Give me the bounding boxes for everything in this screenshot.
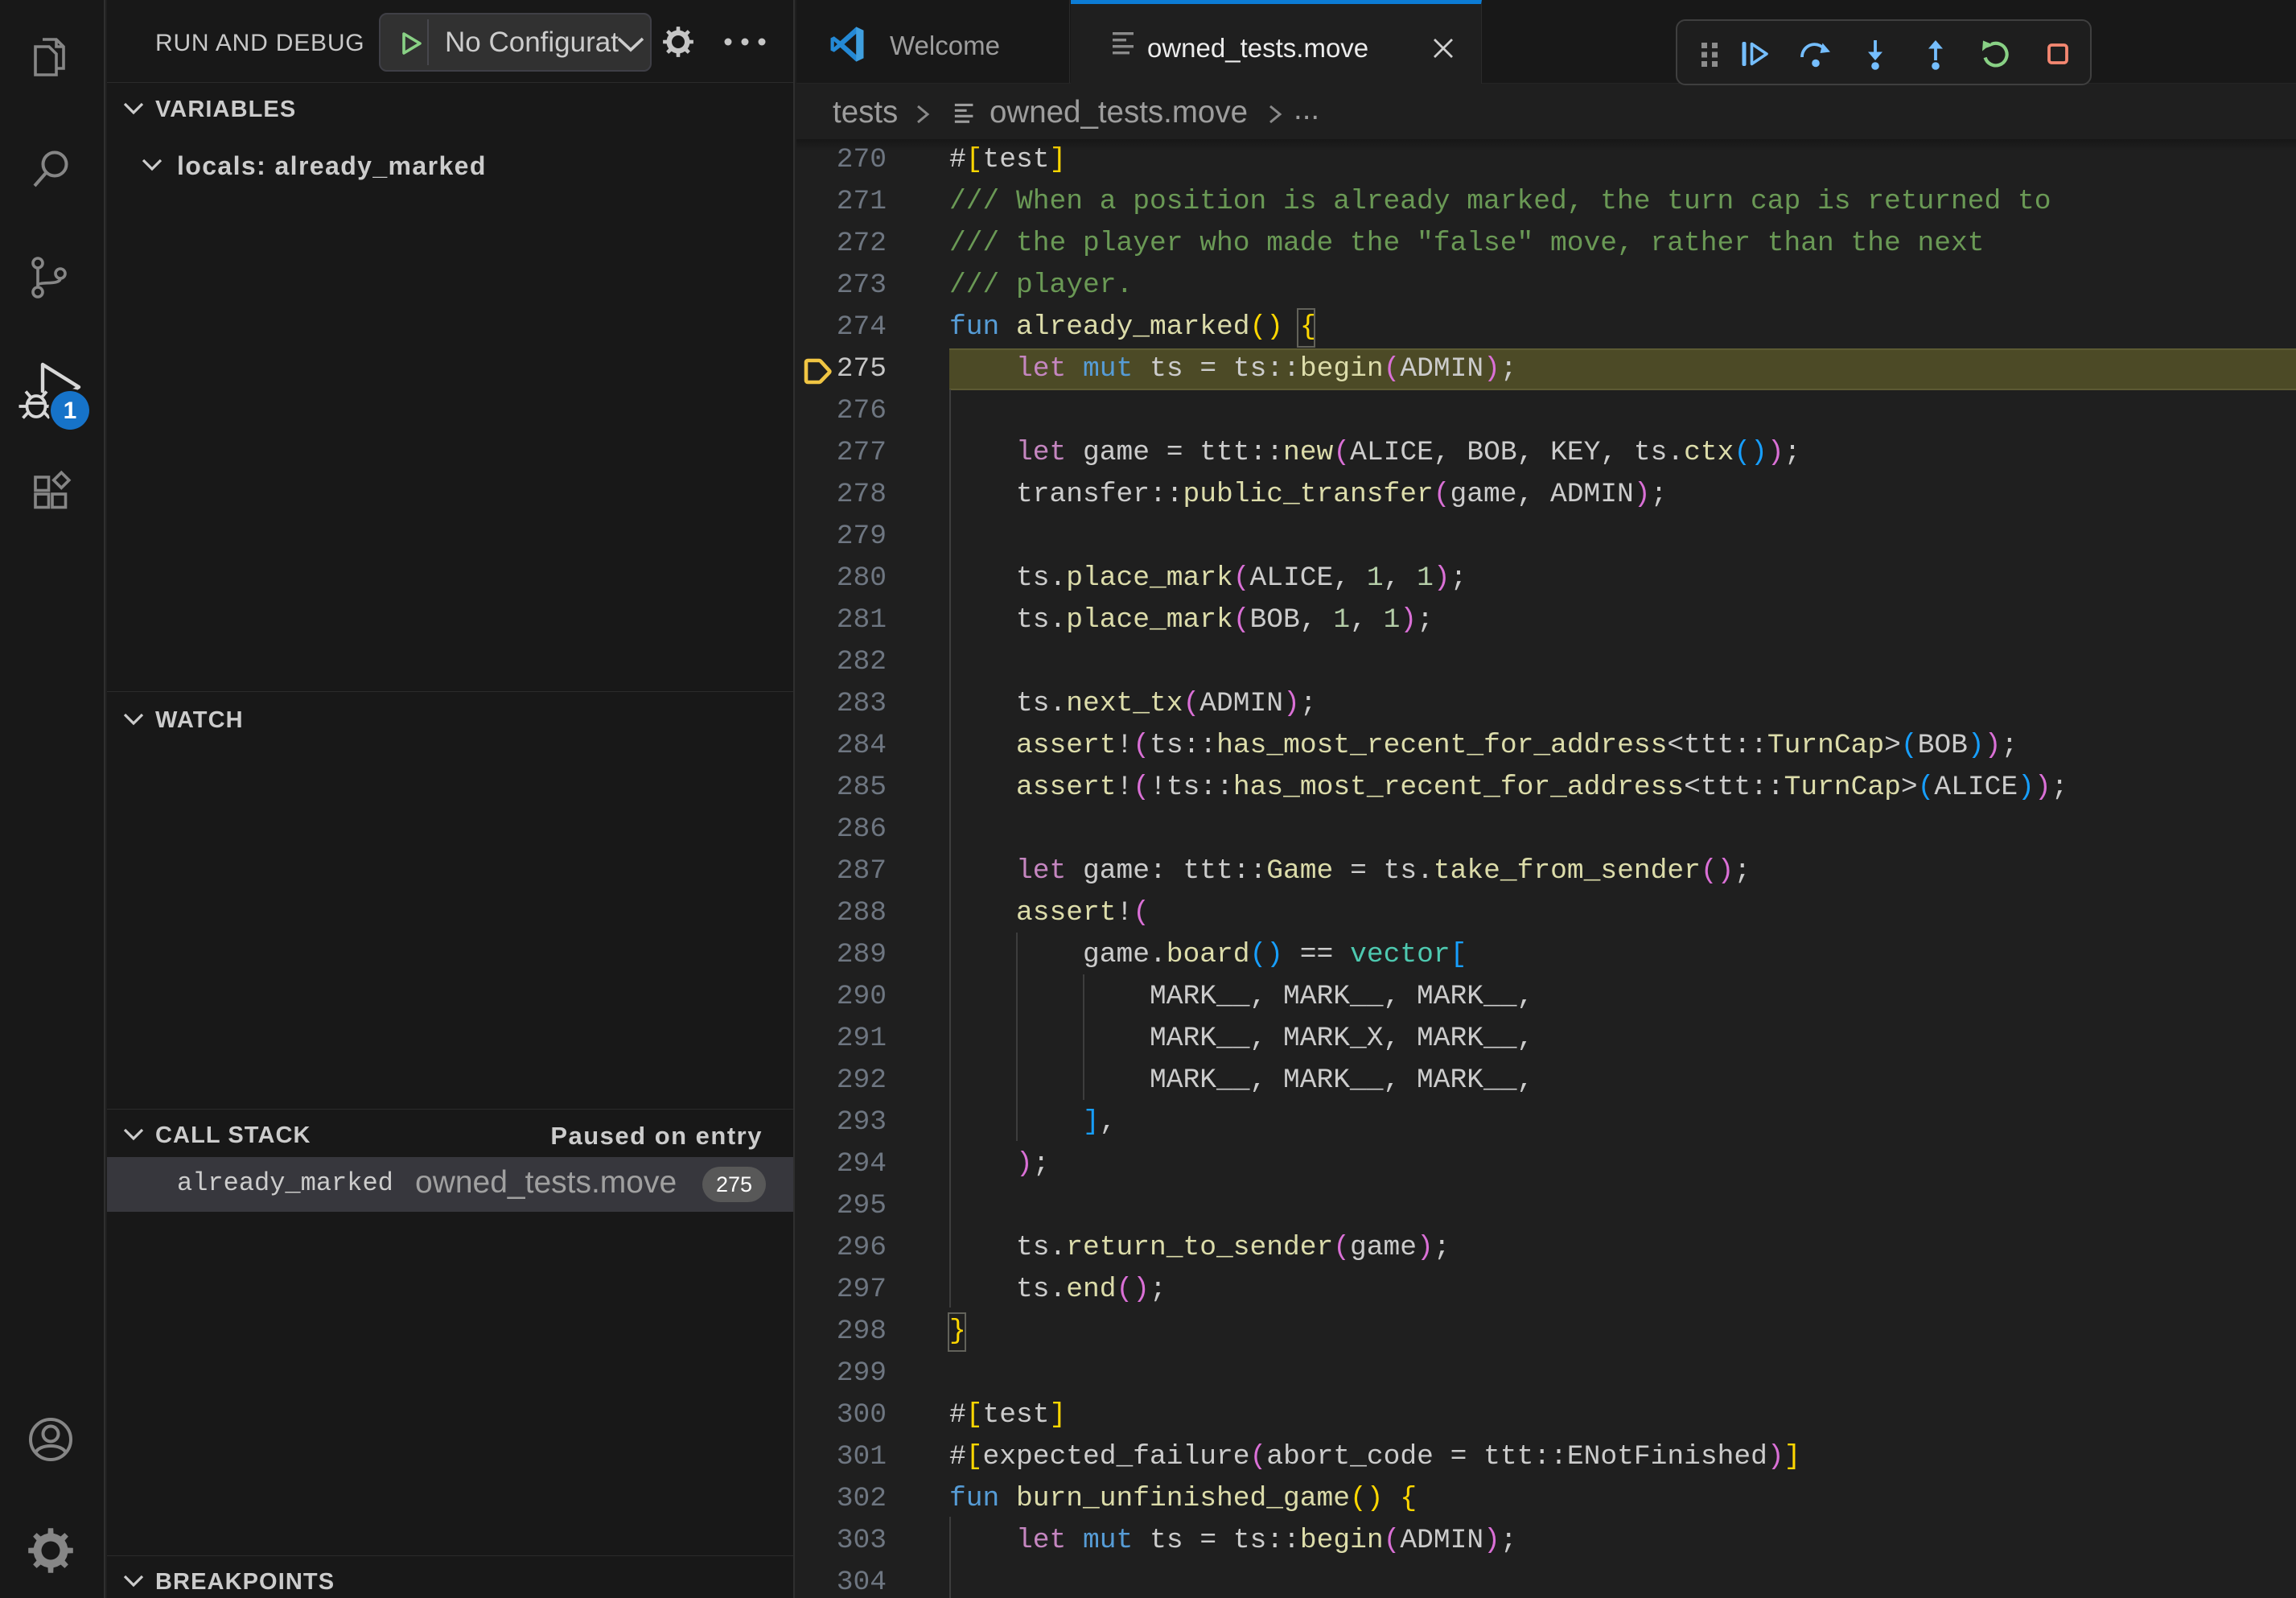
svg-text:1: 1 <box>64 397 77 424</box>
